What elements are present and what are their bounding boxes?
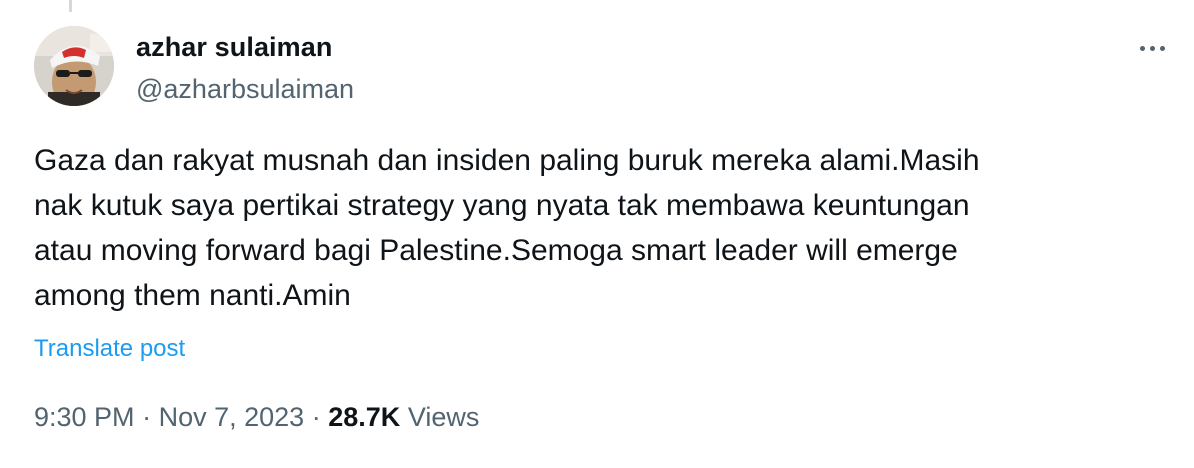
more-icon-dot: [1149, 45, 1155, 51]
views-label: Views: [407, 402, 480, 432]
more-icon: [1139, 45, 1145, 51]
post-header: azhar sulaiman @azharbsulaiman: [34, 26, 1174, 106]
post-time[interactable]: 9:30 PM: [34, 402, 135, 432]
username-handle[interactable]: @azharbsulaiman: [136, 73, 354, 105]
more-options-button[interactable]: [1130, 36, 1174, 60]
meta-separator: ·: [142, 402, 152, 432]
author-names: azhar sulaiman @azharbsulaiman: [136, 31, 354, 105]
translate-post-link[interactable]: Translate post: [34, 334, 185, 364]
post-date[interactable]: Nov 7, 2023: [159, 402, 305, 432]
thread-connector-line: [69, 0, 72, 12]
views-count: 28.7K: [328, 402, 401, 432]
display-name[interactable]: azhar sulaiman: [136, 31, 354, 63]
meta-separator: ·: [311, 402, 321, 432]
post-metadata: 9:30 PM · Nov 7, 2023 · 28.7K Views: [34, 400, 479, 434]
profile-photo-icon: [34, 26, 114, 106]
avatar[interactable]: [34, 26, 114, 106]
post-text: Gaza dan rakyat musnah dan insiden palin…: [34, 144, 980, 312]
more-icon-dot: [1159, 45, 1165, 51]
